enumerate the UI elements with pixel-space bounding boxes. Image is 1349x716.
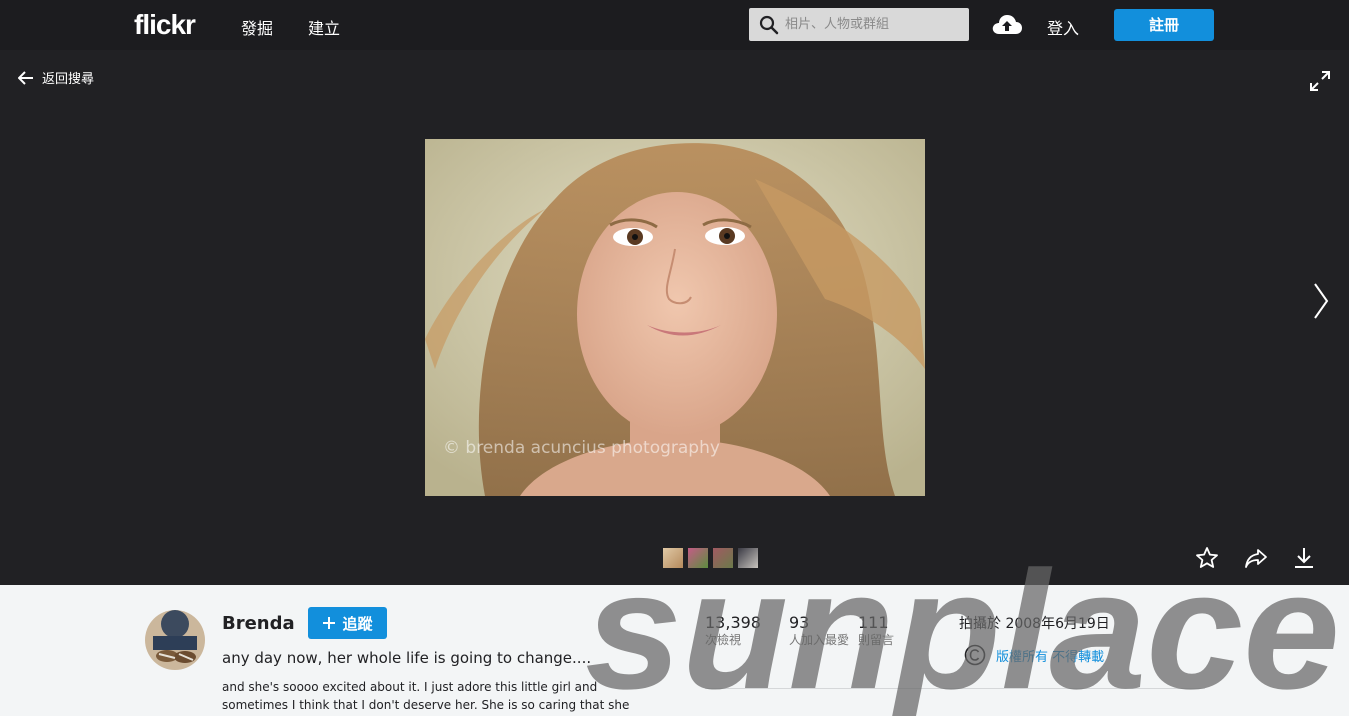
portrait-image: © brenda acuncius photography	[425, 139, 925, 496]
stat-number: 93	[789, 613, 810, 632]
stat-label: 則留言	[858, 633, 895, 647]
thumbnail[interactable]	[688, 548, 708, 568]
thumbnail-strip	[663, 548, 758, 568]
arrow-left-icon	[18, 70, 33, 85]
main-photo[interactable]: © brenda acuncius photography	[425, 139, 925, 496]
top-nav: flickr 發掘 建立 登入 註冊	[0, 0, 1349, 50]
plus-icon	[323, 617, 336, 629]
copyright-icon	[964, 644, 986, 666]
license[interactable]: 版權所有 不得轉載	[964, 644, 1104, 666]
upload-cloud-icon[interactable]	[991, 12, 1023, 38]
next-photo-icon[interactable]	[1311, 280, 1331, 322]
flickr-logo[interactable]: flickr	[134, 9, 196, 41]
photo-stage: 返回搜尋 © brenda acuncius photography	[0, 50, 1349, 585]
photo-watermark: © brenda acuncius photography	[443, 438, 720, 458]
follow-button[interactable]: 追蹤	[308, 607, 387, 639]
back-to-search[interactable]: 返回搜尋	[18, 68, 94, 87]
search-box	[749, 8, 969, 41]
photo-info: Brenda 追蹤 any day now, her whole life is…	[0, 585, 1349, 716]
divider	[705, 688, 1205, 689]
stat-label: 次檢視	[705, 633, 742, 647]
back-label: 返回搜尋	[42, 72, 95, 87]
nav-create[interactable]: 建立	[308, 15, 340, 39]
follow-label: 追蹤	[342, 614, 373, 633]
login-link[interactable]: 登入	[1047, 15, 1079, 39]
license-text[interactable]: 版權所有 不得轉載	[996, 646, 1104, 665]
photo-title: any day now, her whole life is going to …	[222, 649, 592, 667]
photo-description: and she's soooo excited about it. I just…	[222, 680, 630, 712]
thumbnail[interactable]	[738, 548, 758, 568]
stat-number: 13,398	[705, 613, 761, 632]
stat-comments: 111 則留言	[858, 613, 894, 648]
favorite-star-icon[interactable]	[1195, 546, 1219, 570]
avatar-image	[145, 610, 205, 670]
thumbnail[interactable]	[713, 548, 733, 568]
download-icon[interactable]	[1292, 546, 1316, 570]
avatar[interactable]	[145, 610, 205, 670]
share-icon[interactable]	[1244, 546, 1268, 570]
taken-date: 拍攝於 2008年6月19日	[959, 616, 1110, 632]
search-icon[interactable]	[759, 15, 779, 35]
author-name[interactable]: Brenda	[222, 613, 295, 634]
stat-number: 111	[858, 613, 889, 632]
signup-button[interactable]: 註冊	[1114, 9, 1214, 41]
stat-faves: 93 人加入最愛	[789, 613, 849, 648]
stat-label: 人加入最愛	[789, 633, 850, 647]
expand-icon[interactable]	[1309, 70, 1331, 92]
nav-explore[interactable]: 發掘	[241, 15, 273, 39]
thumbnail[interactable]	[663, 548, 683, 568]
search-input[interactable]	[785, 14, 960, 35]
stat-views: 13,398 次檢視	[705, 613, 761, 648]
